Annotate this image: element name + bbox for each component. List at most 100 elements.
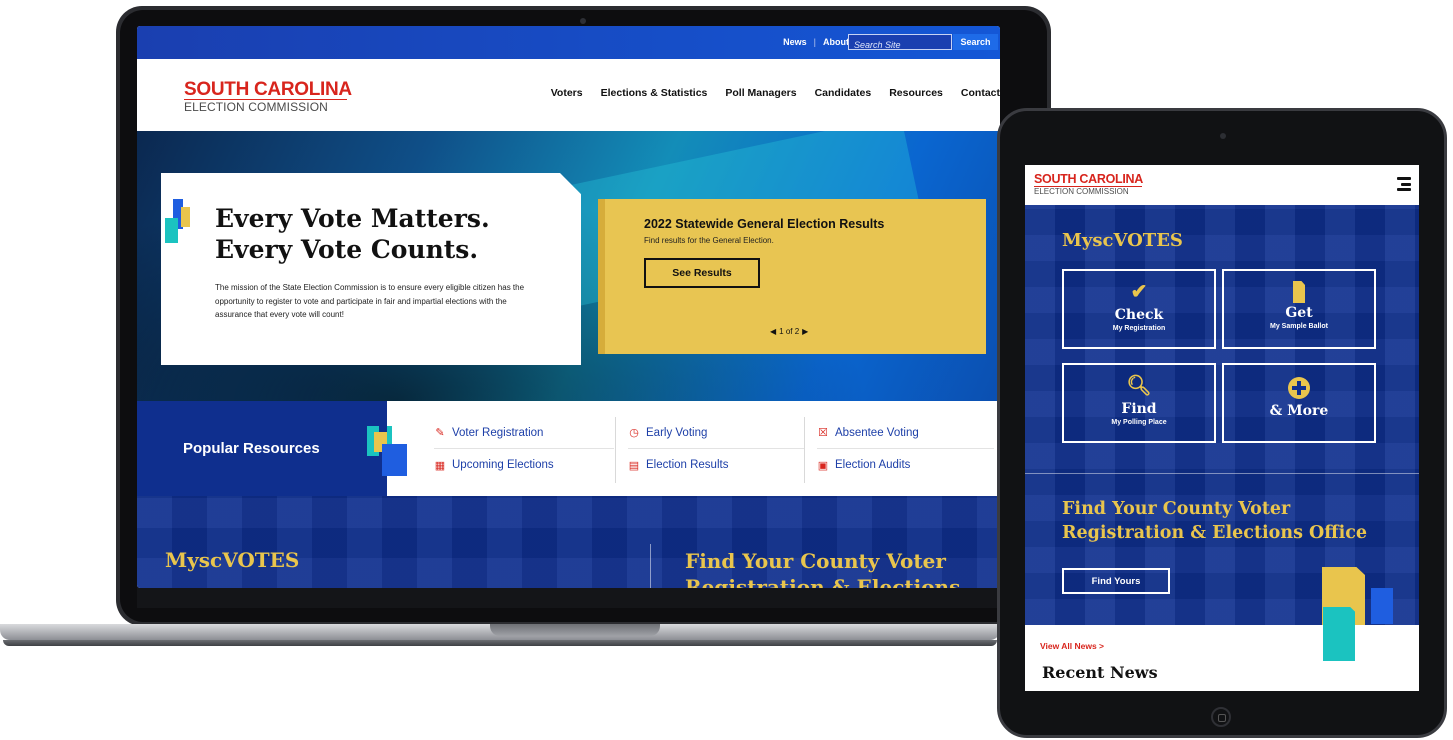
resource-label: Voter Registration [452, 426, 544, 439]
resource-label: Election Audits [835, 459, 911, 471]
resource-voter-registration[interactable]: ✎ Voter Registration [434, 417, 614, 449]
carousel-pager: ◀ 1 of 2 ▶ [770, 327, 808, 336]
logo-state-name[interactable]: SOUTH CAROLINA [184, 79, 352, 101]
resources-column: ☒ Absentee Voting ▣ Election Audits [804, 417, 994, 483]
slide-subtitle: Find results for the General Election. [644, 236, 774, 245]
tile-title: Get [1285, 305, 1313, 321]
clock-icon: ◷ [629, 427, 639, 439]
nav-resources[interactable]: Resources [889, 87, 943, 99]
popular-resources-title: Popular Resources [183, 440, 320, 457]
slide-title: 2022 Statewide General Election Results [644, 217, 885, 231]
resources-column: ✎ Voter Registration ▦ Upcoming Election… [434, 417, 614, 483]
main-nav: Voters Elections & Statistics Poll Manag… [551, 87, 1000, 99]
resource-early-voting[interactable]: ◷ Early Voting [628, 417, 805, 449]
county-office-heading: Find Your County Voter Registration & El… [685, 549, 961, 588]
section-divider [650, 544, 651, 588]
resource-label: Election Results [646, 459, 729, 471]
popular-resources-panel: Popular Resources [137, 401, 387, 496]
results-icon: ▤ [628, 459, 640, 472]
tile-subtitle: My Polling Place [1111, 419, 1167, 426]
tablet-home-button [1211, 707, 1231, 727]
ballot-icon [1293, 281, 1305, 303]
tile-more[interactable]: & More [1222, 363, 1376, 443]
resource-label: Absentee Voting [835, 426, 919, 439]
mockup-stage: News | About SEC Search SOUTH CAROLINA E… [0, 0, 1453, 740]
recent-news-heading: Recent News [1042, 663, 1158, 682]
resource-upcoming-elections[interactable]: ▦ Upcoming Elections [434, 449, 614, 481]
utility-bar: News | About SEC Search [137, 26, 1000, 59]
myscvotes-section: MyscVOTES Find Your County Voter Registr… [137, 496, 1000, 588]
tile-subtitle: My Registration [1112, 325, 1166, 332]
resource-label: Early Voting [646, 426, 708, 439]
pager-count: 1 of 2 [779, 327, 800, 336]
resources-column: ◷ Early Voting ▤ Election Results [615, 417, 805, 483]
recent-news-section: View All News > Recent News [1025, 625, 1419, 691]
hero-heading: Every Vote Matters. Every Vote Counts. [215, 203, 490, 265]
audit-icon: ▣ [817, 459, 829, 472]
nav-elections-statistics[interactable]: Elections & Statistics [601, 87, 708, 99]
decor-block-gold [181, 207, 190, 227]
decor-block-blue [387, 444, 407, 476]
search-box [848, 34, 952, 52]
resource-election-audits[interactable]: ▣ Election Audits [817, 449, 994, 481]
tablet-myscvotes-section: MyscVOTES ✔ Check My Registration Get My… [1025, 205, 1419, 665]
see-results-button[interactable]: See Results [644, 258, 760, 288]
nav-candidates[interactable]: Candidates [815, 87, 872, 99]
tablet-camera [1220, 133, 1226, 139]
tile-subtitle: My Sample Ballot [1270, 323, 1328, 330]
prev-arrow-icon[interactable]: ◀ [770, 327, 776, 336]
next-arrow-icon[interactable]: ▶ [802, 327, 808, 336]
search-button[interactable]: Search [953, 34, 998, 50]
nav-contact[interactable]: Contact [961, 87, 1000, 99]
decor-block-teal [165, 218, 178, 243]
slide-edge [598, 199, 605, 354]
magnifier-icon: 🔍︎ [1126, 375, 1152, 397]
hero-heading-line1: Every Vote Matters. [215, 204, 490, 233]
tablet-screen: SOUTH CAROLINA ELECTION COMMISSION MyscV… [1025, 165, 1419, 691]
laptop-notch [490, 624, 660, 636]
nav-voters[interactable]: Voters [551, 87, 583, 99]
find-yours-button[interactable]: Find Yours [1062, 568, 1170, 594]
decor-block-blue [1371, 588, 1393, 624]
site-header: SOUTH CAROLINA ELECTION COMMISSION Voter… [137, 59, 1000, 131]
resource-absentee-voting[interactable]: ☒ Absentee Voting [817, 417, 994, 449]
section-divider [1025, 473, 1419, 474]
myscvotes-heading: MyscVOTES [165, 548, 300, 572]
tile-title: Check [1114, 307, 1164, 323]
hamburger-menu-icon[interactable] [1397, 177, 1411, 191]
popular-resources-links: ✎ Voter Registration ▦ Upcoming Election… [387, 401, 1000, 496]
search-input[interactable] [849, 38, 951, 52]
tile-title: Find [1121, 401, 1157, 417]
myscvotes-heading: MyscVOTES [1062, 230, 1183, 251]
nav-poll-managers[interactable]: Poll Managers [725, 87, 796, 99]
decor-block-teal [1323, 625, 1355, 661]
tile-check-registration[interactable]: ✔ Check My Registration [1062, 269, 1216, 349]
pencil-icon: ✎ [435, 427, 445, 439]
tablet-header: SOUTH CAROLINA ELECTION COMMISSION [1025, 165, 1419, 205]
ballot-box-icon: ☒ [818, 427, 828, 439]
news-link[interactable]: News [783, 37, 807, 47]
hero-banner: Every Vote Matters. Every Vote Counts. T… [137, 131, 1000, 401]
hero-heading-line2: Every Vote Counts. [215, 235, 479, 264]
resource-election-results[interactable]: ▤ Election Results [628, 449, 805, 481]
tablet-device: SOUTH CAROLINA ELECTION COMMISSION MyscV… [997, 108, 1447, 738]
tile-get-sample-ballot[interactable]: Get My Sample Ballot [1222, 269, 1376, 349]
logo-state-name[interactable]: SOUTH CAROLINA [1034, 172, 1143, 186]
calendar-icon: ▦ [434, 459, 446, 472]
carousel-slide: 2022 Statewide General Election Results … [598, 199, 986, 354]
checkmark-icon: ✔ [1130, 281, 1148, 303]
hero-card: Every Vote Matters. Every Vote Counts. T… [161, 173, 581, 365]
laptop-base-foot [3, 640, 997, 646]
tile-find-polling-place[interactable]: 🔍︎ Find My Polling Place [1062, 363, 1216, 443]
laptop-chin [137, 588, 1000, 608]
utility-separator: | [813, 37, 816, 47]
laptop-camera [580, 18, 586, 24]
logo-agency-name[interactable]: ELECTION COMMISSION [184, 100, 328, 114]
mission-statement: The mission of the State Election Commis… [215, 283, 525, 319]
logo-agency-name[interactable]: ELECTION COMMISSION [1034, 187, 1129, 196]
plus-circle-icon [1288, 377, 1310, 399]
county-office-heading: Find Your County Voter Registration & El… [1062, 499, 1368, 543]
tile-title: & More [1269, 403, 1329, 419]
view-all-news-link[interactable]: View All News > [1040, 641, 1104, 651]
resource-label: Upcoming Elections [452, 459, 554, 471]
